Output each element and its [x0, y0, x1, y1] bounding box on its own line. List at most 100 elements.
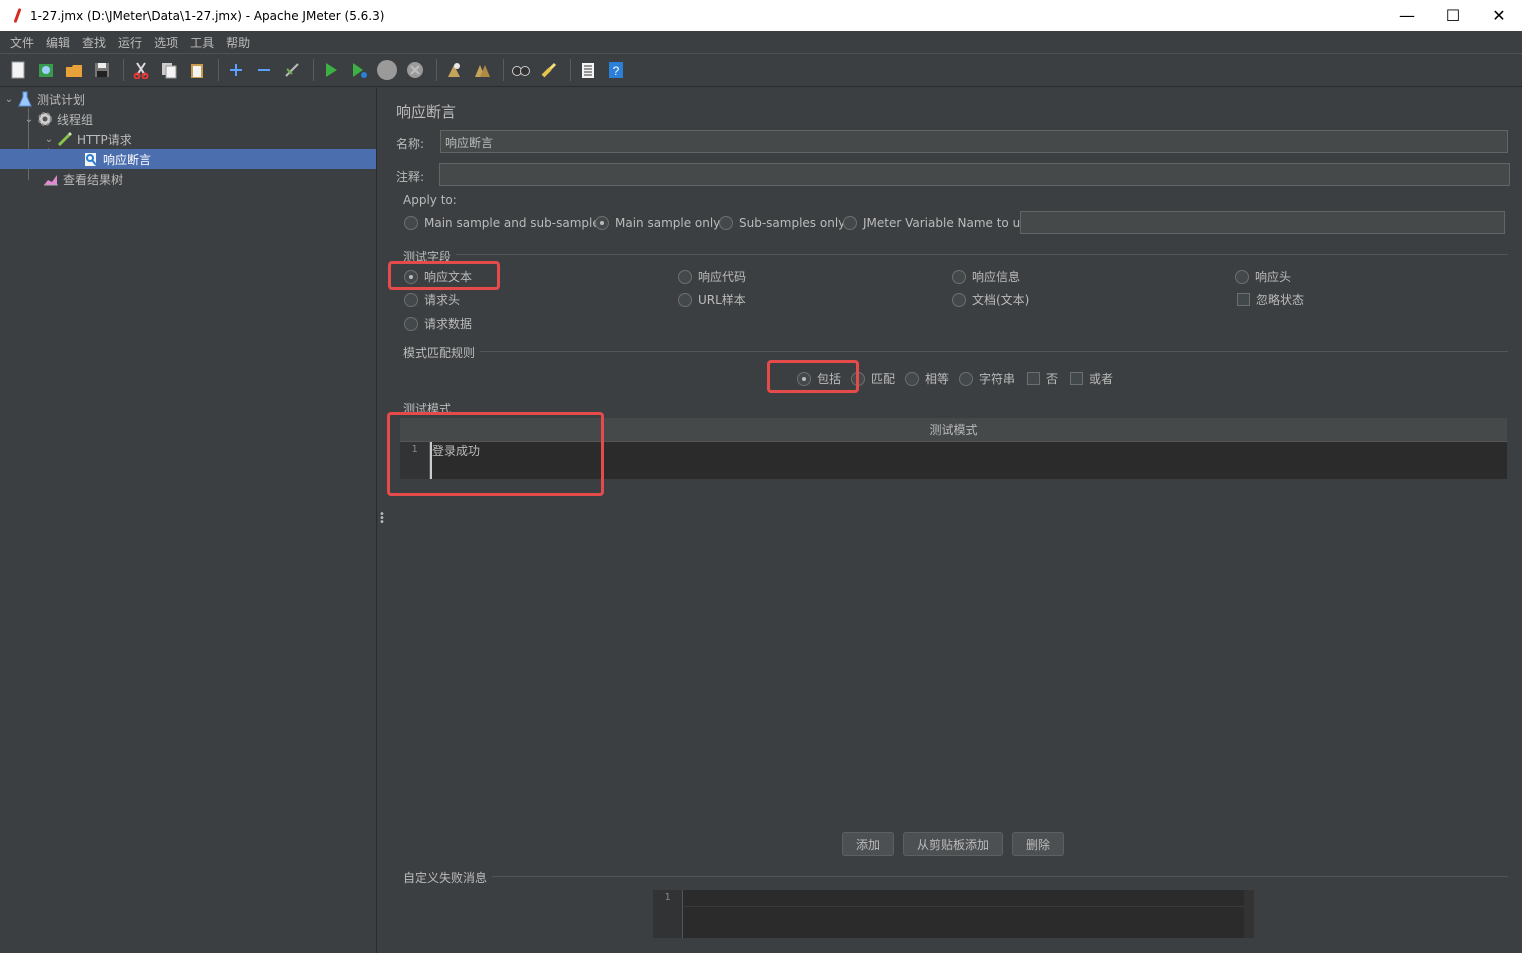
- reset-search-icon[interactable]: [537, 58, 561, 82]
- tree-item-response-assertion[interactable]: 响应断言: [0, 149, 376, 169]
- tree-item-view-results-tree[interactable]: 查看结果树: [42, 169, 123, 189]
- tree-item-label: 测试计划: [37, 92, 86, 107]
- radio-equals[interactable]: 相等: [905, 370, 949, 387]
- delete-button[interactable]: 删除: [1012, 832, 1064, 856]
- clear-icon[interactable]: [442, 58, 466, 82]
- name-field[interactable]: 响应断言: [440, 130, 1508, 153]
- http-sampler-icon: [56, 131, 74, 147]
- chevron-down-icon[interactable]: ⌄: [2, 94, 16, 105]
- search-icon[interactable]: [509, 58, 533, 82]
- radio-indicator[interactable]: [952, 292, 966, 307]
- tree-item-label: 响应断言: [103, 152, 152, 167]
- checkbox-or[interactable]: 或者: [1070, 370, 1113, 387]
- paste-icon[interactable]: [185, 58, 209, 82]
- toolbar-separator: [313, 59, 314, 81]
- panel-title: 响应断言: [396, 103, 457, 121]
- comment-label: 注释:: [396, 170, 425, 184]
- checkbox-indicator[interactable]: [1070, 372, 1083, 385]
- radio-indicator[interactable]: [404, 316, 418, 331]
- assertion-panel: 响应断言 名称: 响应断言 注释: Apply to: Main sample …: [386, 88, 1522, 953]
- radio-indicator[interactable]: [404, 216, 418, 230]
- menu-file[interactable]: 文件: [4, 34, 40, 51]
- test-plan-icon: [16, 91, 34, 107]
- radio-main-sample-only[interactable]: Main sample only: [595, 216, 720, 230]
- maximize-button[interactable]: ☐: [1430, 0, 1476, 31]
- editor-scrollbar[interactable]: [1244, 890, 1254, 938]
- shutdown-icon[interactable]: [403, 58, 427, 82]
- clear-all-icon[interactable]: [470, 58, 494, 82]
- highlight-box-response-text: [388, 261, 500, 290]
- window-title: 1-27.jmx (D:\JMeter\Data\1-27.jmx) - Apa…: [30, 8, 385, 23]
- expand-icon[interactable]: [224, 58, 248, 82]
- radio-indicator[interactable]: [719, 216, 733, 230]
- menu-search[interactable]: 查找: [76, 34, 112, 51]
- open-icon[interactable]: [62, 58, 86, 82]
- comment-field[interactable]: [439, 163, 1510, 186]
- save-icon[interactable]: [90, 58, 114, 82]
- radio-indicator[interactable]: [843, 216, 857, 230]
- splitter-grip-icon[interactable]: • • •: [379, 510, 385, 528]
- add-button[interactable]: 添加: [842, 832, 894, 856]
- tree-item-test-plan[interactable]: ⌄ 测试计划: [2, 89, 85, 109]
- radio-indicator[interactable]: [678, 269, 692, 284]
- menu-run[interactable]: 运行: [112, 34, 148, 51]
- apply-to-title: Apply to:: [403, 193, 457, 207]
- close-button[interactable]: ✕: [1476, 0, 1522, 31]
- radio-response-code[interactable]: 响应代码: [678, 268, 746, 285]
- menu-help[interactable]: 帮助: [220, 34, 256, 51]
- menu-options[interactable]: 选项: [148, 34, 184, 51]
- checkbox-indicator[interactable]: [1027, 372, 1040, 385]
- help-icon[interactable]: ?: [604, 58, 628, 82]
- chevron-down-icon[interactable]: ⌄: [42, 134, 56, 145]
- tree-item-thread-group[interactable]: ⌄ 线程组: [22, 109, 93, 129]
- radio-indicator[interactable]: [595, 216, 609, 230]
- radio-main-and-sub-samples[interactable]: Main sample and sub-samples: [404, 216, 606, 230]
- radio-request-headers[interactable]: 请求头: [404, 291, 460, 308]
- toolbar-separator: [436, 59, 437, 81]
- failure-message-editor[interactable]: 1: [653, 890, 1254, 938]
- radio-response-message[interactable]: 响应信息: [952, 268, 1020, 285]
- add-from-clipboard-button[interactable]: 从剪贴板添加: [903, 832, 1003, 856]
- group-divider: [480, 351, 1508, 352]
- menu-tools[interactable]: 工具: [184, 34, 220, 51]
- radio-indicator[interactable]: [404, 292, 418, 307]
- radio-indicator[interactable]: [959, 371, 973, 386]
- start-icon[interactable]: [319, 58, 343, 82]
- checkbox-indicator[interactable]: [1237, 293, 1250, 306]
- test-plan-tree: ⌄ 测试计划 ⌄ 线程组 ⌄ HTTP请求 响应断言 查看结果树: [0, 88, 377, 953]
- custom-failure-title: 自定义失败消息: [403, 871, 488, 885]
- radio-indicator[interactable]: [905, 371, 919, 386]
- minimize-button[interactable]: —: [1384, 0, 1430, 31]
- toggle-icon[interactable]: [280, 58, 304, 82]
- tree-item-http-request[interactable]: ⌄ HTTP请求: [42, 129, 132, 149]
- start-no-pause-icon[interactable]: [347, 58, 371, 82]
- jmeter-variable-field[interactable]: [1020, 211, 1505, 234]
- radio-indicator[interactable]: [678, 292, 692, 307]
- group-divider: [492, 876, 1508, 877]
- radio-indicator[interactable]: [1235, 269, 1249, 284]
- radio-substring[interactable]: 字符串: [959, 370, 1015, 387]
- radio-jmeter-variable[interactable]: JMeter Variable Name to use: [843, 216, 1034, 230]
- jmeter-feather-icon: [12, 8, 22, 24]
- checkbox-not[interactable]: 否: [1027, 370, 1058, 387]
- pattern-rules-title: 模式匹配规则: [403, 346, 476, 360]
- collapse-icon[interactable]: [252, 58, 276, 82]
- radio-request-data[interactable]: 请求数据: [404, 315, 472, 332]
- results-tree-icon: [42, 171, 60, 187]
- radio-response-headers[interactable]: 响应头: [1235, 268, 1291, 285]
- chevron-down-icon[interactable]: ⌄: [22, 114, 36, 125]
- radio-url-sampled[interactable]: URL样本: [678, 291, 746, 308]
- toolbar-separator: [570, 59, 571, 81]
- function-helper-icon[interactable]: [576, 58, 600, 82]
- group-divider: [456, 254, 1508, 255]
- menu-edit[interactable]: 编辑: [40, 34, 76, 51]
- radio-sub-samples-only[interactable]: Sub-samples only: [719, 216, 845, 230]
- new-icon[interactable]: [6, 58, 30, 82]
- cut-icon[interactable]: [129, 58, 153, 82]
- templates-icon[interactable]: [34, 58, 58, 82]
- checkbox-ignore-status[interactable]: 忽略状态: [1237, 291, 1304, 308]
- copy-icon[interactable]: [157, 58, 181, 82]
- radio-document-text[interactable]: 文档(文本): [952, 291, 1029, 308]
- stop-icon[interactable]: [375, 58, 399, 82]
- radio-indicator[interactable]: [952, 269, 966, 284]
